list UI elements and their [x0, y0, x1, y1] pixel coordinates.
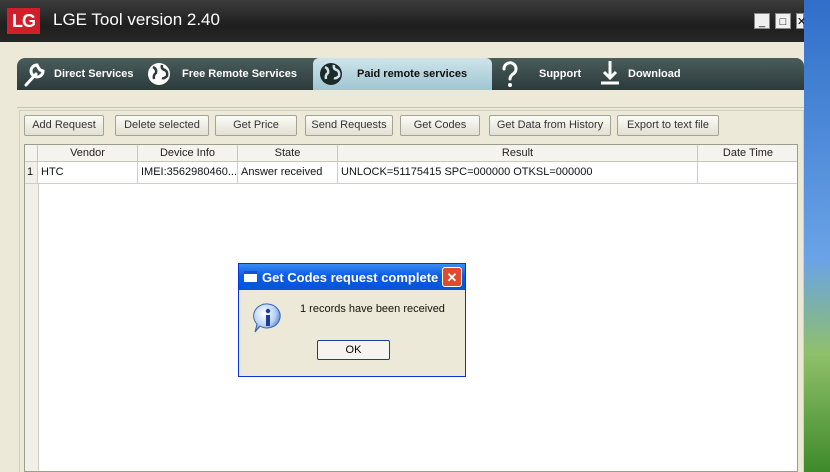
desktop-background [804, 0, 830, 472]
title-bar[interactable]: LG LGE Tool version 2.40 _ □ ✕ [0, 0, 804, 42]
get-codes-dialog: Get Codes request complete ✕ 1 records h… [238, 263, 466, 377]
download-arrow-icon [601, 61, 619, 85]
tab-download[interactable]: Download [592, 58, 712, 90]
column-header-result[interactable]: Result [338, 145, 698, 162]
lg-logo: LG [7, 8, 40, 34]
add-request-button[interactable]: Add Request [24, 115, 104, 136]
window-title: LGE Tool version 2.40 [53, 10, 220, 29]
wrench-icon [24, 63, 45, 87]
dialog-close-button[interactable]: ✕ [442, 267, 462, 287]
column-header-device-info[interactable]: Device Info [138, 145, 238, 162]
tab-label: Paid remote services [357, 68, 468, 80]
column-header-state[interactable]: State [238, 145, 338, 162]
send-requests-button[interactable]: Send Requests [305, 115, 393, 136]
row-gutter [25, 184, 39, 471]
tab-label: Free Remote Services [182, 68, 297, 80]
tab-paid-remote-services[interactable]: Paid remote services [313, 58, 492, 90]
dialog-title-bar[interactable]: Get Codes request complete ✕ [239, 264, 465, 290]
cell-device-info[interactable]: IMEI:3562980460... [138, 162, 238, 184]
cell-vendor[interactable]: HTC [38, 162, 138, 184]
info-icon [253, 303, 281, 333]
ok-button[interactable]: OK [317, 340, 390, 360]
minimize-button[interactable]: _ [754, 13, 770, 29]
dialog-body: 1 records have been received OK [242, 290, 462, 374]
export-text-button[interactable]: Export to text file [617, 115, 719, 136]
row-header-corner [25, 145, 38, 162]
maximize-button[interactable]: □ [775, 13, 791, 29]
tab-free-remote-services[interactable]: Free Remote Services [141, 58, 313, 90]
delete-selected-button[interactable]: Delete selected [115, 115, 209, 136]
cell-result[interactable]: UNLOCK=51175415 SPC=000000 OTKSL=000000 [338, 162, 698, 184]
column-header-date-time[interactable]: Date Time [698, 145, 797, 162]
dialog-message: 1 records have been received [300, 303, 445, 315]
tab-support[interactable]: Support [492, 58, 592, 90]
get-price-button[interactable]: Get Price [215, 115, 297, 136]
get-codes-button[interactable]: Get Codes [400, 115, 480, 136]
tab-label: Direct Services [54, 68, 134, 80]
column-header-vendor[interactable]: Vendor [38, 145, 138, 162]
globe-icon [148, 63, 170, 85]
tab-direct-services[interactable]: Direct Services [17, 58, 141, 90]
tab-label: Download [628, 68, 681, 80]
globe-icon [320, 63, 342, 85]
get-data-history-button[interactable]: Get Data from History [489, 115, 611, 136]
close-button[interactable]: ✕ [796, 13, 804, 29]
window-icon [244, 271, 257, 282]
question-mark-icon [502, 61, 518, 87]
dialog-title: Get Codes request complete [262, 270, 439, 285]
tab-label: Support [539, 68, 582, 80]
cell-date-time[interactable] [698, 162, 797, 184]
row-index: 1 [25, 162, 38, 184]
cell-state[interactable]: Answer received [238, 162, 338, 184]
tab-bar: Direct Services Free Remote Services Pai… [17, 58, 804, 90]
